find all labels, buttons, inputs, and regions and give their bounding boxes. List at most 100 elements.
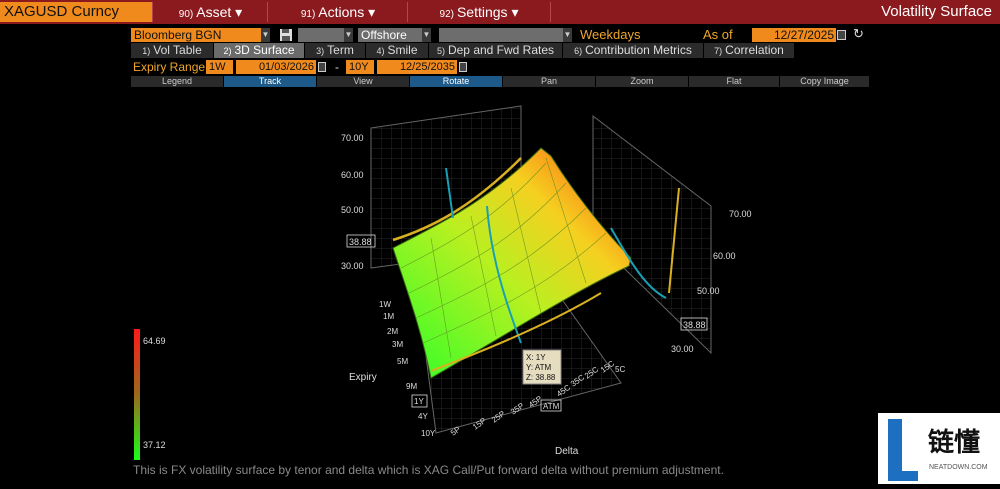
chevron-down-icon: ▾ — [368, 4, 376, 20]
expiry-tick: 4Y — [418, 412, 428, 421]
side-wall — [592, 114, 712, 355]
tooltip-x: X: 1Y — [526, 353, 546, 362]
tooltip-y: Y: ATM — [526, 363, 552, 372]
menu-label: Actions — [318, 4, 365, 20]
watermark-logo: 链懂 NEATDOWN.COM — [878, 413, 1000, 484]
volatility-surface-chart[interactable]: 70.00 60.00 50.00 38.88 30.00 70.00 60.0… — [131, 88, 869, 460]
calendar-icon[interactable] — [318, 62, 326, 72]
menu-number: 92) — [439, 9, 454, 20]
side-tick-label: 30.00 — [671, 344, 694, 354]
tab-number: 3) — [316, 46, 325, 56]
chevron-down-icon: ▾ — [511, 4, 519, 20]
menu-number: 91) — [300, 9, 316, 20]
chevron-down-icon[interactable]: ▼ — [344, 28, 353, 42]
footer-note: This is FX volatility surface by tenor a… — [133, 463, 724, 477]
tab-correlation[interactable]: 7) Correlation — [704, 43, 795, 58]
z-tick-label: 50.00 — [341, 205, 364, 215]
save-icon[interactable] — [279, 28, 293, 42]
chevron-down-icon: ▾ — [235, 4, 243, 20]
delta-tick: 5C — [615, 365, 625, 374]
pan-button[interactable]: Pan — [503, 76, 596, 87]
legend-button[interactable]: Legend — [131, 76, 224, 87]
expiry-tick: 2M — [387, 327, 398, 336]
tab-number: 5) — [436, 46, 445, 56]
menu-label: Settings — [456, 4, 508, 20]
z-marker-label: 38.88 — [349, 237, 372, 247]
tab-label: Dep and Fwd Rates — [447, 43, 555, 57]
surface-svg[interactable]: 70.00 60.00 50.00 38.88 30.00 70.00 60.0… — [131, 88, 869, 460]
tab-label: Vol Table — [153, 43, 202, 57]
tab-number: 7) — [714, 46, 723, 56]
watermark-text: 链懂 — [928, 427, 980, 458]
actions-menu[interactable]: 91) Actions ▾ — [267, 2, 408, 22]
app-title: Volatility Surface — [881, 3, 992, 20]
curve-select[interactable] — [439, 28, 563, 42]
menu-label: Asset — [196, 4, 232, 20]
color-bar-min: 37.12 — [143, 440, 166, 450]
expiry-separator: - — [335, 60, 339, 74]
expiry-tick: 10Y — [421, 429, 436, 438]
menu-number: 90) — [178, 9, 194, 20]
expiry-end-tenor[interactable]: 10Y — [346, 60, 374, 74]
tab-label: Term — [327, 43, 354, 57]
blank-select[interactable] — [298, 28, 344, 42]
color-bar-max: 64.69 — [143, 336, 166, 346]
tab-label: Smile — [387, 43, 418, 57]
chevron-down-icon[interactable]: ▼ — [563, 28, 572, 42]
tab-smile[interactable]: 4) Smile — [366, 43, 429, 58]
refresh-icon[interactable]: ↻ — [853, 27, 864, 41]
copy-image-button[interactable]: Copy Image — [780, 76, 870, 87]
tracking-tooltip: X: 1Y Y: ATM Z: 38.88 — [522, 349, 562, 385]
calendar-icon[interactable] — [459, 62, 467, 72]
tab-number: 1) — [142, 46, 151, 56]
track-button[interactable]: Track — [224, 76, 317, 87]
tab-number: 2) — [223, 46, 232, 56]
side-tick-label: 70.00 — [729, 209, 752, 219]
tab-label: Contribution Metrics — [585, 43, 692, 57]
expiry-tick: 5M — [397, 357, 408, 366]
ticker-field[interactable]: XAGUSD Curncy — [0, 2, 152, 22]
tab-label: 3D Surface — [234, 43, 295, 57]
flat-button[interactable]: Flat — [689, 76, 780, 87]
rotate-button[interactable]: Rotate — [410, 76, 503, 87]
expiry-end-date[interactable]: 12/25/2035 — [377, 60, 457, 74]
tab-number: 4) — [376, 46, 385, 56]
expiry-start-date[interactable]: 01/03/2026 — [236, 60, 316, 74]
expiry-tick: 1W — [379, 300, 391, 309]
tab-number: 6) — [574, 46, 583, 56]
settings-menu[interactable]: 92) Settings ▾ — [407, 2, 551, 22]
expiry-range-label: Expiry Range — [133, 60, 206, 74]
chevron-down-icon[interactable]: ▼ — [261, 28, 270, 42]
asset-menu[interactable]: 90) Asset ▾ — [152, 2, 268, 22]
color-bar — [134, 329, 140, 460]
as-of-label: As of — [703, 27, 733, 42]
tab-dep-fwd-rates[interactable]: 5) Dep and Fwd Rates — [429, 43, 563, 58]
tab-term[interactable]: 3) Term — [305, 43, 366, 58]
watermark-sub: NEATDOWN.COM — [929, 464, 988, 471]
expiry-tick: 9M — [406, 382, 417, 391]
zoom-button[interactable]: Zoom — [596, 76, 689, 87]
top-bar: XAGUSD Curncy 90) Asset ▾ 91) Actions ▾ 92… — [0, 0, 1000, 24]
location-select[interactable]: Offshore — [358, 28, 422, 42]
expiry-tick: 1M — [383, 312, 394, 321]
expiry-start-tenor[interactable]: 1W — [206, 60, 233, 74]
day-count-label: Weekdays — [580, 27, 641, 42]
tab-contribution-metrics[interactable]: 6) Contribution Metrics — [563, 43, 704, 58]
tab-3d-surface[interactable]: 2) 3D Surface — [214, 43, 305, 58]
source-select[interactable]: Bloomberg BGN — [131, 28, 261, 42]
delta-axis-label: Delta — [555, 446, 579, 457]
tooltip-z: Z: 38.88 — [526, 373, 556, 382]
side-tick-label: 50.00 — [697, 286, 720, 296]
tab-vol-table[interactable]: 1) Vol Table — [131, 43, 214, 58]
as-of-date-input[interactable]: 12/27/2025 — [752, 28, 836, 42]
calendar-icon[interactable] — [837, 30, 846, 40]
z-tick-label: 60.00 — [341, 170, 364, 180]
tab-label: Correlation — [725, 43, 784, 57]
expiry-axis-label: Expiry — [349, 372, 377, 383]
z-tick-label: 70.00 — [341, 133, 364, 143]
side-tick-label: 60.00 — [713, 251, 736, 261]
z-tick-label: 30.00 — [341, 261, 364, 271]
chevron-down-icon[interactable]: ▼ — [422, 28, 431, 42]
side-marker-label: 38.88 — [683, 320, 706, 330]
view-button[interactable]: View — [317, 76, 410, 87]
